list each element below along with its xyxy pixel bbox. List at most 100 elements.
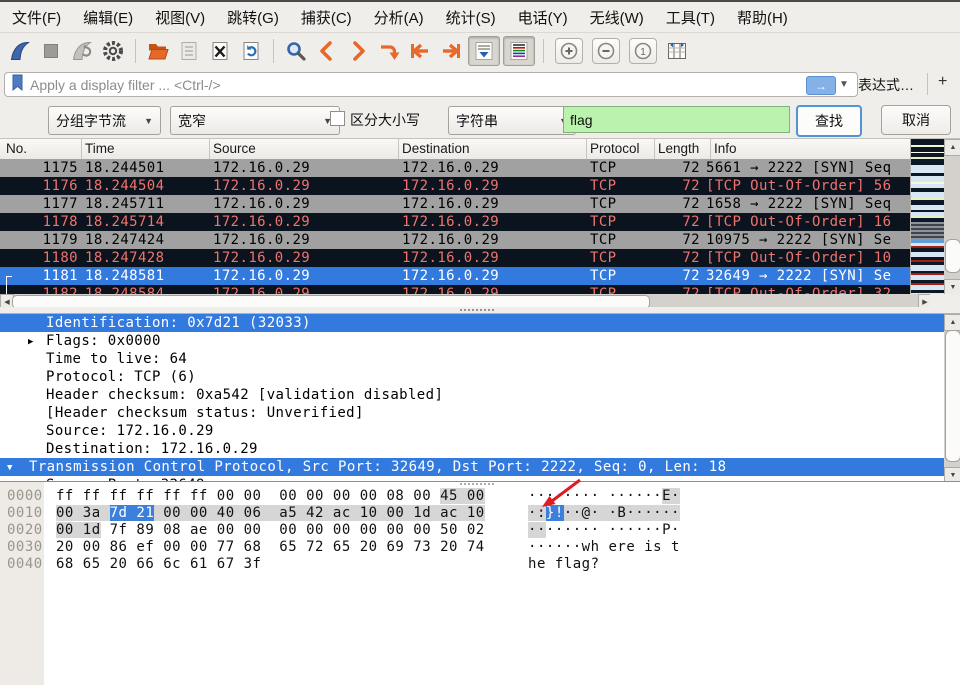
cell-no: 1175 bbox=[42, 160, 78, 176]
packet-list-header[interactable]: No. Time Source Destination Protocol Length In… bbox=[0, 139, 960, 160]
scroll-up-icon[interactable]: ▲ bbox=[944, 139, 960, 156]
hex-row[interactable]: 0020 00 1d 7f 89 08 ae 00 00 00 00 00 00 … bbox=[0, 522, 960, 539]
detail-row[interactable]: Source: 172.16.0.29 bbox=[0, 422, 944, 440]
menu-tools[interactable]: 工具(T) bbox=[666, 7, 715, 28]
first-packet-icon[interactable] bbox=[406, 37, 434, 65]
filter-history-caret-icon[interactable]: ▼ bbox=[839, 79, 849, 90]
details-vscrollbar[interactable]: ▲ ▼ bbox=[944, 314, 960, 482]
column-separator[interactable] bbox=[586, 139, 587, 159]
add-filter-button[interactable]: + bbox=[938, 73, 947, 91]
column-header-destination[interactable]: Destination bbox=[402, 141, 470, 156]
detail-row[interactable]: [Header checksum status: Unverified] bbox=[0, 404, 944, 422]
wireshark-fin-icon[interactable] bbox=[6, 37, 34, 65]
open-file-icon[interactable] bbox=[144, 37, 172, 65]
column-separator[interactable] bbox=[81, 139, 82, 159]
detail-row[interactable]: Header checksum: 0xa542 [validation disa… bbox=[0, 386, 944, 404]
scroll-down-icon[interactable]: ▼ bbox=[944, 467, 960, 482]
detail-row[interactable]: ▼ Transmission Control Protocol, Src Port… bbox=[0, 458, 944, 476]
packet-row[interactable]: 1181 18.248581 172.16.0.29 172.16.0.29 TCP 72… bbox=[0, 267, 910, 285]
menu-help[interactable]: 帮助(H) bbox=[737, 7, 788, 28]
goto-packet-icon[interactable] bbox=[375, 37, 403, 65]
column-header-source[interactable]: Source bbox=[213, 141, 256, 156]
colorize-icon[interactable] bbox=[503, 35, 535, 66]
detail-row[interactable]: ▶ Flags: 0x0000 bbox=[0, 332, 944, 350]
menu-capture[interactable]: 捕获(C) bbox=[301, 7, 352, 28]
menu-analyze[interactable]: 分析(A) bbox=[374, 7, 424, 28]
resize-columns-icon[interactable] bbox=[663, 37, 691, 65]
column-header-time[interactable]: Time bbox=[85, 141, 115, 156]
detail-row[interactable]: Identification: 0x7d21 (32033) bbox=[0, 314, 944, 332]
menu-telephony[interactable]: 电话(Y) bbox=[518, 7, 568, 28]
hex-ascii: he flag? bbox=[528, 556, 600, 572]
collapsed-arrow-icon[interactable]: ▶ bbox=[28, 333, 34, 351]
zoom-in-icon[interactable] bbox=[555, 37, 583, 64]
display-filter-input[interactable]: Apply a display filter ... <Ctrl-/> bbox=[4, 72, 858, 97]
menu-edit[interactable]: 编辑(E) bbox=[83, 7, 133, 28]
close-file-icon[interactable] bbox=[206, 37, 234, 65]
hex-row[interactable]: 0030 20 00 86 ef 00 00 77 68 65 72 65 20 … bbox=[0, 539, 960, 556]
packet-row[interactable]: 1180 18.247428 172.16.0.29 172.16.0.29 TCP 72… bbox=[0, 249, 910, 267]
zoom-out-icon[interactable] bbox=[592, 37, 620, 64]
packet-row[interactable]: 1175 18.244501 172.16.0.29 172.16.0.29 TCP 72… bbox=[0, 159, 910, 177]
next-packet-icon[interactable] bbox=[344, 37, 372, 65]
stop-capture-icon[interactable] bbox=[37, 37, 65, 65]
detail-row[interactable]: Time to live: 64 bbox=[0, 350, 944, 368]
column-separator[interactable] bbox=[209, 139, 210, 159]
previous-packet-icon[interactable] bbox=[313, 37, 341, 65]
packet-row[interactable]: 1178 18.245714 172.16.0.29 172.16.0.29 TCP 72… bbox=[0, 213, 910, 231]
hex-row[interactable]: 0010 00 3a 7d 21 00 00 40 06 a5 42 ac 10 … bbox=[0, 505, 960, 522]
menu-statistics[interactable]: 统计(S) bbox=[446, 7, 496, 28]
column-separator[interactable] bbox=[710, 139, 711, 159]
cancel-button-label: 取消 bbox=[902, 112, 930, 128]
detail-row[interactable]: Destination: 172.16.0.29 bbox=[0, 440, 944, 458]
menu-file[interactable]: 文件(F) bbox=[12, 7, 61, 28]
charset-dropdown[interactable]: 宽窄 ▼ bbox=[170, 106, 340, 135]
column-header-length[interactable]: Length bbox=[658, 141, 699, 156]
packet-list-vscrollbar[interactable]: ▲ ▼ bbox=[944, 139, 960, 296]
scroll-up-icon[interactable]: ▲ bbox=[944, 314, 960, 331]
zoom-original-icon[interactable]: 1 bbox=[629, 37, 657, 64]
menu-go[interactable]: 跳转(G) bbox=[227, 7, 279, 28]
apply-filter-button[interactable]: → bbox=[806, 76, 836, 95]
packet-row[interactable]: 1177 18.245711 172.16.0.29 172.16.0.29 TCP 72… bbox=[0, 195, 910, 213]
hex-offset: 0000 bbox=[7, 488, 43, 504]
column-header-info[interactable]: Info bbox=[714, 141, 737, 156]
vscroll-thumb[interactable] bbox=[945, 239, 960, 273]
restart-capture-icon[interactable] bbox=[68, 37, 96, 65]
column-header-protocol[interactable]: Protocol bbox=[590, 141, 640, 156]
last-packet-icon[interactable] bbox=[437, 37, 465, 65]
case-sensitive-checkbox[interactable] bbox=[330, 111, 345, 126]
cancel-button[interactable]: 取消 bbox=[881, 105, 951, 135]
bookmark-icon[interactable] bbox=[11, 74, 24, 95]
hex-row[interactable]: 0000 ff ff ff ff ff ff 00 00 00 00 00 00 … bbox=[0, 488, 960, 505]
search-in-dropdown[interactable]: 分组字节流 ▼ bbox=[48, 106, 161, 135]
capture-options-icon[interactable] bbox=[99, 37, 127, 65]
column-separator[interactable] bbox=[654, 139, 655, 159]
menu-view[interactable]: 视图(V) bbox=[155, 7, 205, 28]
autoscroll-icon[interactable] bbox=[468, 35, 500, 66]
expression-button[interactable]: 表达式… bbox=[858, 75, 914, 95]
find-query-input[interactable]: flag bbox=[563, 106, 790, 133]
column-header-no[interactable]: No. bbox=[6, 141, 27, 156]
detail-row[interactable]: Protocol: TCP (6) bbox=[0, 368, 944, 386]
detail-text: Header checksum: 0xa542 [validation disa… bbox=[46, 387, 444, 403]
cell-src: 172.16.0.29 bbox=[213, 214, 311, 230]
packet-row[interactable]: 1179 18.247424 172.16.0.29 172.16.0.29 TCP 72… bbox=[0, 231, 910, 249]
column-separator[interactable] bbox=[398, 139, 399, 159]
save-file-icon[interactable] bbox=[175, 37, 203, 65]
find-button[interactable]: 查找 bbox=[796, 105, 862, 137]
menu-wireless[interactable]: 无线(W) bbox=[590, 7, 644, 28]
hex-dump[interactable]: 0000 ff ff ff ff ff ff 00 00 00 00 00 00 … bbox=[0, 488, 960, 573]
hex-row[interactable]: 0040 68 65 20 66 6c 61 67 3f he flag? bbox=[0, 556, 960, 573]
packet-row[interactable]: 1182 18.248584 172.16.0.29 172.16.0.29 TCP 72… bbox=[0, 285, 910, 294]
cell-dst: 172.16.0.29 bbox=[402, 160, 500, 176]
packet-row[interactable]: 1176 18.244504 172.16.0.29 172.16.0.29 TCP 72… bbox=[0, 177, 910, 195]
toolbar-separator bbox=[135, 38, 136, 63]
packet-list-hscrollbar[interactable]: ◀ ▶ bbox=[0, 294, 932, 310]
expanded-arrow-icon[interactable]: ▼ bbox=[7, 459, 13, 477]
vscroll-thumb[interactable] bbox=[945, 330, 960, 462]
intelligent-scrollbar-minimap[interactable] bbox=[910, 139, 944, 294]
reload-file-icon[interactable] bbox=[237, 37, 265, 65]
find-packet-icon[interactable] bbox=[282, 37, 310, 65]
search-type-dropdown[interactable]: 字符串 ▼ bbox=[448, 106, 576, 135]
